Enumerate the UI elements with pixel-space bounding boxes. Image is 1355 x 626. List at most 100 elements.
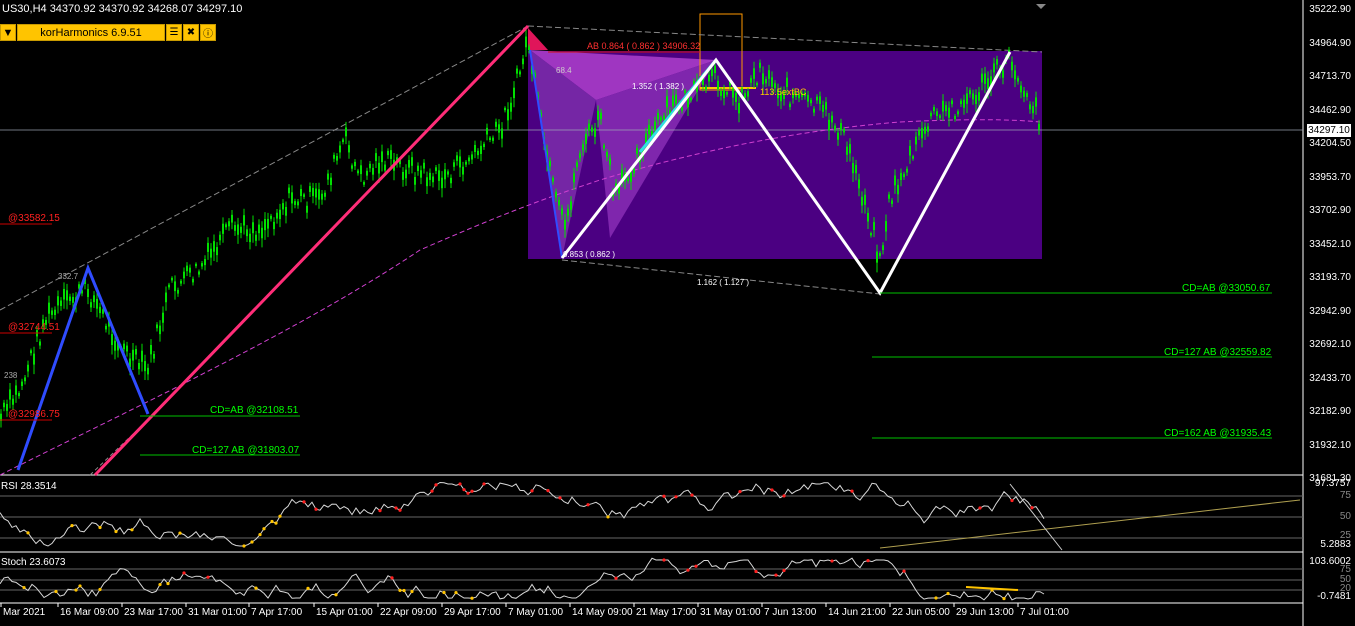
candle-body xyxy=(378,162,380,174)
sliders-icon[interactable]: ☰ xyxy=(166,24,182,41)
candle-body xyxy=(552,177,554,182)
candle-body xyxy=(237,224,239,235)
candle-body xyxy=(708,74,710,82)
small-label: 332.7 xyxy=(58,272,79,281)
candle-body xyxy=(666,96,668,108)
candle-body xyxy=(981,73,983,83)
candle-body xyxy=(138,362,140,370)
candle-body xyxy=(723,89,725,99)
candle-body xyxy=(555,191,557,198)
candle-body xyxy=(597,110,599,120)
candle-body xyxy=(339,145,341,153)
candle-body xyxy=(858,179,860,189)
candle-body xyxy=(216,247,218,256)
candle-body xyxy=(429,172,431,180)
candle-body xyxy=(948,107,950,118)
candle-body xyxy=(852,163,854,174)
candle-body xyxy=(264,219,266,231)
oscillator-marker xyxy=(306,586,310,591)
candle-body xyxy=(12,398,14,405)
tools-icon[interactable]: ✖ xyxy=(183,24,199,41)
oscillator-marker xyxy=(254,586,258,590)
candle-body xyxy=(1011,61,1013,71)
oscillator-marker xyxy=(54,589,58,594)
oscillator-marker xyxy=(394,506,398,510)
candle-body xyxy=(993,63,995,73)
candle-body xyxy=(246,229,248,237)
oscillator-marker xyxy=(690,493,694,497)
candle-body xyxy=(735,92,737,102)
fib-label: 68.4 xyxy=(556,66,572,75)
oscillator-marker xyxy=(674,495,678,499)
candle-body xyxy=(1035,97,1037,107)
candle-body xyxy=(324,192,326,197)
cd-162-right-label: CD=162 AB @31935.43 xyxy=(1164,428,1272,439)
candle-body xyxy=(753,68,755,79)
candle-body xyxy=(60,300,62,306)
candle-body xyxy=(834,125,836,130)
candle-body xyxy=(579,153,581,158)
candle-body xyxy=(582,144,584,151)
indicator-name-button[interactable]: korHarmonics 6.9.51 xyxy=(17,24,165,41)
candle-body xyxy=(786,77,788,87)
candle-body xyxy=(9,389,11,400)
candle-body xyxy=(897,184,899,195)
candle-body xyxy=(861,196,863,206)
rsi-title: RSI 28.3514 xyxy=(1,481,57,492)
candle-body xyxy=(714,65,716,74)
oscillator-marker xyxy=(1030,506,1034,510)
time-axis-label: 14 Jun 21:00 xyxy=(828,607,886,618)
chart-window[interactable]: US30,H4 34370.92 34370.92 34268.07 34297… xyxy=(0,0,1355,626)
collapse-arrow-icon[interactable]: ▼ xyxy=(0,24,16,41)
candle-body xyxy=(309,186,311,192)
rsi-axis-50: 50 xyxy=(1339,511,1351,522)
candle-body xyxy=(156,324,158,329)
oscillator-marker xyxy=(546,488,550,493)
oscillator-marker xyxy=(262,527,266,531)
oscillator-marker xyxy=(278,514,282,518)
oscillator-marker xyxy=(302,500,306,504)
oscillator-marker xyxy=(1010,498,1014,503)
price-chart-canvas[interactable] xyxy=(0,0,1355,626)
candle-body xyxy=(180,280,182,284)
chart-shift-icon[interactable] xyxy=(1036,4,1046,9)
candle-body xyxy=(351,165,353,169)
candle-body xyxy=(348,145,350,153)
candle-body xyxy=(1002,70,1004,78)
candle-body xyxy=(39,341,41,346)
candle-body xyxy=(135,349,137,355)
oscillator-marker xyxy=(462,488,466,492)
candle-body xyxy=(105,325,107,330)
info-icon[interactable]: ⓘ xyxy=(200,24,216,41)
candle-body xyxy=(363,182,365,185)
candle-body xyxy=(972,93,974,100)
candle-body xyxy=(1026,92,1028,97)
candle-body xyxy=(159,325,161,335)
candle-body xyxy=(768,70,770,79)
small-label: 238 xyxy=(4,371,18,380)
candle-body xyxy=(447,171,449,175)
candle-body xyxy=(111,334,113,345)
oscillator-marker xyxy=(586,503,590,507)
candle-body xyxy=(816,96,818,101)
candle-body xyxy=(963,99,965,108)
candle-body xyxy=(840,122,842,130)
candle-body xyxy=(501,128,503,139)
stoch-axis-min: -0.7481 xyxy=(1317,591,1351,602)
oscillator-marker xyxy=(206,575,210,579)
candle-body xyxy=(933,107,935,112)
candle-body xyxy=(951,100,953,105)
candle-body xyxy=(984,73,986,85)
current-price-tag: 34297.10 xyxy=(1307,124,1351,137)
candle-body xyxy=(252,222,254,234)
oscillator-marker xyxy=(182,571,186,575)
pink-trendline xyxy=(93,24,530,477)
candle-body xyxy=(498,124,500,133)
candle-body xyxy=(114,340,116,351)
candle-body xyxy=(279,209,281,219)
candle-body xyxy=(915,136,917,145)
candle-body xyxy=(726,92,728,95)
time-axis-label: 31 May 01:00 xyxy=(700,607,761,618)
candle-body xyxy=(522,58,524,65)
candle-body xyxy=(690,97,692,101)
